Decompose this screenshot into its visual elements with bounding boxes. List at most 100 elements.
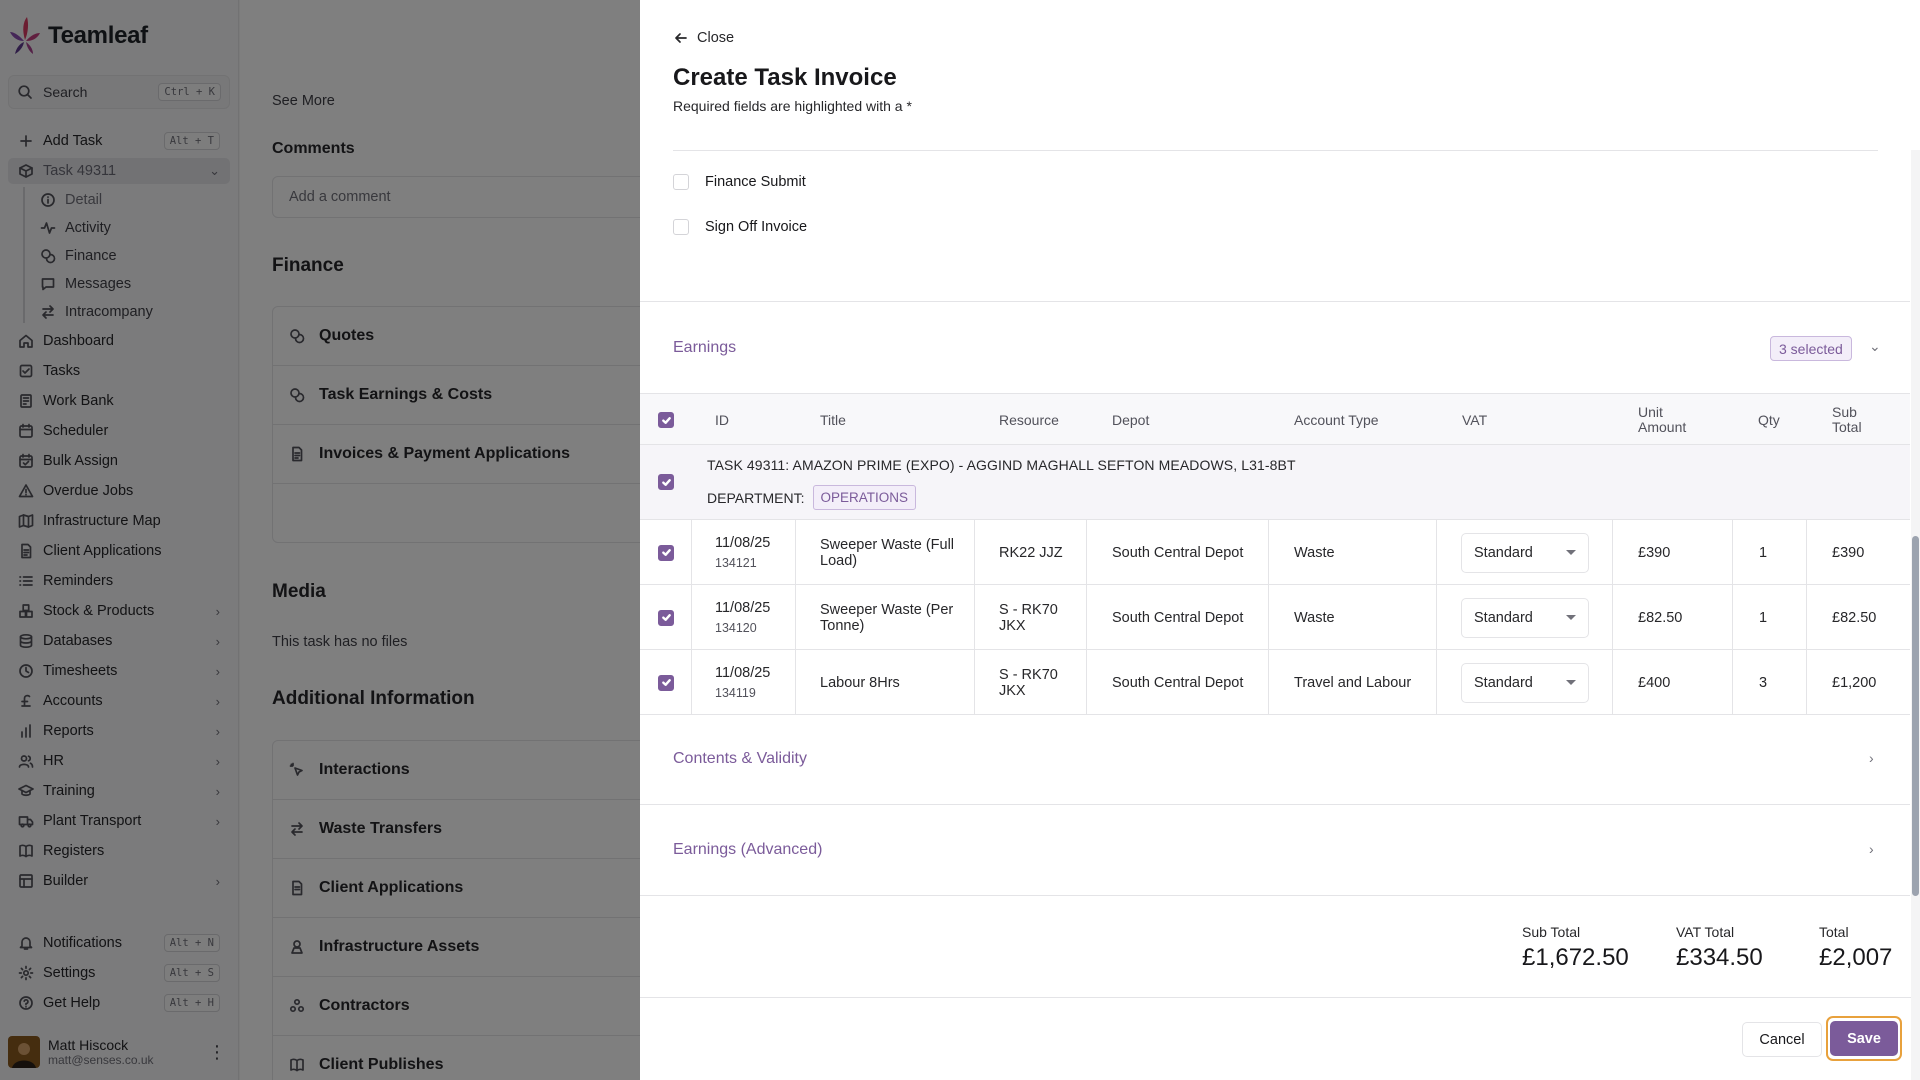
column-header-sub-total[interactable]: Sub Total — [1832, 394, 1882, 446]
vat-value: Standard — [1474, 609, 1533, 626]
total-label: Total — [1819, 924, 1849, 940]
group-checkbox-cell[interactable] — [658, 474, 674, 490]
table-row[interactable]: 11/08/25 134119 Labour 8Hrs S - RK70 JKX Sou… — [640, 650, 1910, 715]
column-header-vat[interactable]: VAT — [1462, 394, 1487, 446]
title-cell: Labour 8Hrs — [796, 650, 975, 715]
drawer-title: Create Task Invoice — [673, 64, 897, 91]
resource-cell: S - RK70 JKX — [975, 585, 1087, 650]
vat-total-label: VAT Total — [1676, 924, 1735, 940]
group-checkbox[interactable] — [658, 474, 674, 490]
divider — [673, 150, 1878, 151]
select-all-cell[interactable] — [658, 394, 674, 446]
vat-cell: Standard — [1437, 585, 1613, 650]
depot-cell: South Central Depot — [1087, 585, 1269, 650]
column-header-account-type[interactable]: Account Type — [1294, 394, 1379, 446]
caret-down-icon — [1566, 680, 1576, 685]
total-value: £2,007 — [1819, 944, 1893, 971]
row-checkbox-cell[interactable] — [640, 650, 692, 715]
column-header-id[interactable]: ID — [715, 394, 729, 446]
save-button[interactable]: Save — [1830, 1021, 1898, 1056]
row-date: 11/08/25 — [715, 664, 771, 681]
department-line: DEPARTMENT: OPERATIONS — [707, 485, 917, 510]
row-date: 11/08/25 — [715, 534, 771, 551]
column-header-unit-amount[interactable]: Unit Amount — [1638, 394, 1708, 446]
row-checkbox[interactable] — [658, 609, 674, 626]
vat-cell: Standard — [1437, 650, 1613, 715]
chevron-right-icon[interactable]: › — [1869, 750, 1874, 766]
divider — [640, 804, 1910, 805]
depot-cell: South Central Depot — [1087, 650, 1269, 715]
sub-total-label: Sub Total — [1522, 924, 1581, 940]
sign-off-invoice-checkbox-row[interactable]: Sign Off Invoice — [673, 219, 807, 235]
arrow-left-icon — [673, 30, 689, 46]
finance-submit-checkbox-row[interactable]: Finance Submit — [673, 174, 806, 190]
table-row[interactable]: 11/08/25 134120 Sweeper Waste (Per Tonne) S… — [640, 585, 1910, 650]
chevron-right-icon[interactable]: › — [1869, 841, 1874, 857]
cancel-button[interactable]: Cancel — [1742, 1022, 1822, 1057]
sub-total-summary: Sub Total £1,672.50 — [1522, 924, 1629, 972]
create-task-invoice-drawer: Close Create Task Invoice Required field… — [640, 0, 1920, 1080]
row-id: 134119 — [715, 685, 756, 700]
sub-total-cell: £1,200 — [1832, 674, 1877, 691]
vat-select[interactable]: Standard — [1461, 662, 1589, 703]
table-row[interactable]: 11/08/25 134121 Sweeper Waste (Full Load) R… — [640, 520, 1910, 585]
row-date: 11/08/25 — [715, 599, 771, 616]
divider — [640, 895, 1910, 896]
account-type-cell: Waste — [1269, 520, 1437, 585]
caret-down-icon — [1566, 550, 1576, 555]
column-header-qty[interactable]: Qty — [1758, 394, 1780, 446]
close-button[interactable]: Close — [673, 30, 734, 46]
qty-cell: 1 — [1733, 585, 1807, 650]
department-label: DEPARTMENT: — [707, 489, 805, 506]
required-fields-hint: Required fields are highlighted with a * — [673, 98, 912, 114]
title-cell: Sweeper Waste (Full Load) — [796, 520, 975, 585]
sign-off-invoice-checkbox[interactable] — [673, 219, 689, 235]
earnings-section-title[interactable]: Earnings — [673, 339, 736, 357]
table-header: ID Title Resource Depot Account Type VAT… — [640, 393, 1910, 445]
task-group-row: TASK 49311: AMAZON PRIME (EXPO) - AGGIND… — [640, 445, 1910, 520]
divider — [640, 301, 1910, 302]
select-all-checkbox[interactable] — [658, 412, 674, 428]
contents-validity-section[interactable]: Contents & Validity — [673, 750, 807, 768]
checkbox-label: Sign Off Invoice — [705, 219, 808, 235]
earnings-selected-count[interactable]: 3 selected — [1770, 336, 1852, 361]
vat-select[interactable]: Standard — [1461, 532, 1589, 573]
row-id: 134121 — [715, 555, 757, 570]
vat-select[interactable]: Standard — [1461, 597, 1589, 638]
checkbox-label: Finance Submit — [705, 174, 806, 190]
close-label: Close — [697, 30, 735, 46]
title-cell: Sweeper Waste (Per Tonne) — [796, 585, 975, 650]
id-cell: 11/08/25 134120 — [692, 585, 796, 650]
unit-amount-cell: £82.50 — [1613, 585, 1733, 650]
finance-submit-checkbox[interactable] — [673, 174, 689, 190]
account-type-cell: Travel and Labour — [1269, 650, 1437, 715]
vat-total-summary: VAT Total £334.50 — [1676, 924, 1763, 972]
qty-cell: 1 — [1733, 520, 1807, 585]
chevron-down-icon[interactable]: ⌄ — [1869, 338, 1881, 355]
column-header-title[interactable]: Title — [820, 394, 846, 446]
id-cell: 11/08/25 134119 — [692, 650, 796, 715]
row-checkbox[interactable] — [658, 674, 674, 691]
vat-cell: Standard — [1437, 520, 1613, 585]
department-badge: OPERATIONS — [812, 485, 917, 510]
vat-total-value: £334.50 — [1676, 944, 1763, 971]
caret-down-icon — [1566, 615, 1576, 620]
sub-total-cell: £82.50 — [1832, 609, 1877, 626]
column-header-depot[interactable]: Depot — [1112, 394, 1149, 446]
sub-total-cell: £390 — [1832, 544, 1865, 561]
vat-value: Standard — [1474, 544, 1533, 561]
resource-cell: S - RK70 JKX — [975, 650, 1087, 715]
resource-cell: RK22 JJZ — [975, 520, 1087, 585]
total-summary: Total £2,007 — [1819, 924, 1892, 972]
row-checkbox-cell[interactable] — [640, 520, 692, 585]
scrollbar-thumb[interactable] — [1912, 536, 1919, 896]
unit-amount-cell: £400 — [1613, 650, 1733, 715]
row-checkbox[interactable] — [658, 544, 674, 561]
row-checkbox-cell[interactable] — [640, 585, 692, 650]
depot-cell: South Central Depot — [1087, 520, 1269, 585]
row-id: 134120 — [715, 620, 757, 635]
task-group-title: TASK 49311: AMAZON PRIME (EXPO) - AGGIND… — [707, 457, 1296, 473]
earnings-advanced-section[interactable]: Earnings (Advanced) — [673, 841, 822, 859]
account-type-cell: Waste — [1269, 585, 1437, 650]
column-header-resource[interactable]: Resource — [999, 394, 1059, 446]
